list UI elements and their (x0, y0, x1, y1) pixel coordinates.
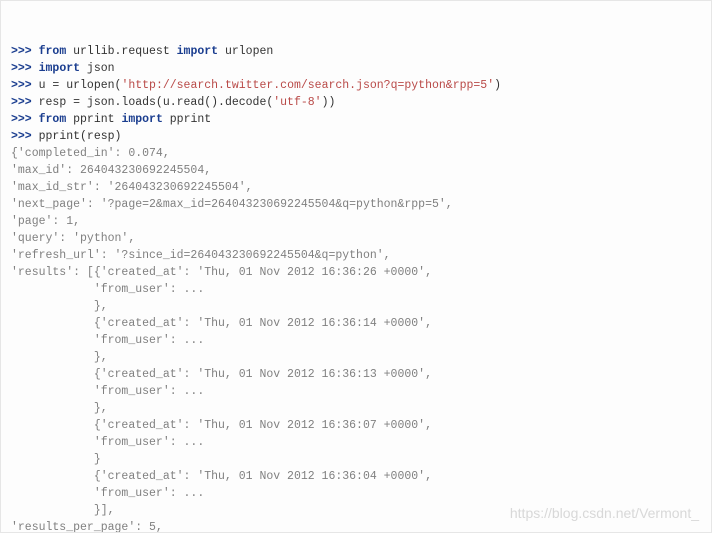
output-text: 'next_page': '?page=2&max_id=26404323069… (11, 198, 453, 211)
code-line: 'from_user': ... (11, 383, 701, 400)
output-text: 'from_user': ... (11, 436, 204, 449)
output-text: }, (11, 351, 108, 364)
output-text: 'from_user': ... (11, 334, 204, 347)
code-line: 'page': 1, (11, 213, 701, 230)
code-text: urllib.request (66, 45, 176, 58)
repl-prompt: >>> (11, 45, 39, 58)
code-line: 'from_user': ... (11, 434, 701, 451)
code-line: >>> from urllib.request import urlopen (11, 43, 701, 60)
output-text: 'from_user': ... (11, 283, 204, 296)
code-line: {'created_at': 'Thu, 01 Nov 2012 16:36:1… (11, 366, 701, 383)
output-text: 'results_per_page': 5, (11, 521, 163, 533)
code-line: {'created_at': 'Thu, 01 Nov 2012 16:36:1… (11, 315, 701, 332)
output-text: {'completed_in': 0.074, (11, 147, 170, 160)
code-line: }, (11, 349, 701, 366)
string-token: 'http://search.twitter.com/search.json?q… (121, 79, 494, 92)
code-text: json (80, 62, 115, 75)
repl-prompt: >>> (11, 62, 39, 75)
output-text: 'refresh_url': '?since_id=26404323069224… (11, 249, 391, 262)
code-text: ) (494, 79, 501, 92)
code-line: }, (11, 400, 701, 417)
code-text: pprint (163, 113, 211, 126)
output-text: {'created_at': 'Thu, 01 Nov 2012 16:36:1… (11, 317, 432, 330)
code-line: >>> import json (11, 60, 701, 77)
code-line: 'from_user': ... (11, 281, 701, 298)
repl-prompt: >>> (11, 96, 39, 109)
repl-prompt: >>> (11, 130, 39, 143)
output-text: } (11, 453, 101, 466)
code-block: >>> from urllib.request import urlopen>>… (0, 0, 712, 533)
output-text: }], (11, 504, 115, 517)
keyword-token: import (39, 62, 80, 75)
keyword-token: from (39, 45, 67, 58)
code-line: 'next_page': '?page=2&max_id=26404323069… (11, 196, 701, 213)
code-text: pprint (66, 113, 121, 126)
string-token: 'utf-8' (273, 96, 321, 109)
code-line: 'refresh_url': '?since_id=26404323069224… (11, 247, 701, 264)
code-text: pprint(resp) (39, 130, 122, 143)
code-line: 'from_user': ... (11, 485, 701, 502)
code-line: }, (11, 298, 701, 315)
keyword-token: import (121, 113, 162, 126)
code-line: } (11, 451, 701, 468)
output-text: }, (11, 402, 108, 415)
code-text: resp = json.loads(u.read().decode( (39, 96, 274, 109)
output-text: {'created_at': 'Thu, 01 Nov 2012 16:36:0… (11, 419, 432, 432)
code-text: urlopen (218, 45, 273, 58)
output-text: 'results': [{'created_at': 'Thu, 01 Nov … (11, 266, 432, 279)
output-text: }, (11, 300, 108, 313)
code-line: {'completed_in': 0.074, (11, 145, 701, 162)
output-text: {'created_at': 'Thu, 01 Nov 2012 16:36:1… (11, 368, 432, 381)
keyword-token: import (177, 45, 218, 58)
output-text: 'from_user': ... (11, 385, 204, 398)
code-line: {'created_at': 'Thu, 01 Nov 2012 16:36:0… (11, 468, 701, 485)
code-line: 'from_user': ... (11, 332, 701, 349)
code-line: }], (11, 502, 701, 519)
code-line: {'created_at': 'Thu, 01 Nov 2012 16:36:0… (11, 417, 701, 434)
repl-prompt: >>> (11, 79, 39, 92)
output-text: 'max_id_str': '264043230692245504', (11, 181, 253, 194)
code-line: 'results_per_page': 5, (11, 519, 701, 533)
code-line: 'results': [{'created_at': 'Thu, 01 Nov … (11, 264, 701, 281)
code-line: >>> pprint(resp) (11, 128, 701, 145)
repl-prompt: >>> (11, 113, 39, 126)
output-text: 'max_id': 264043230692245504, (11, 164, 211, 177)
code-line: 'query': 'python', (11, 230, 701, 247)
code-line: >>> resp = json.loads(u.read().decode('u… (11, 94, 701, 111)
output-text: 'page': 1, (11, 215, 80, 228)
output-text: 'query': 'python', (11, 232, 135, 245)
code-line: >>> u = urlopen('http://search.twitter.c… (11, 77, 701, 94)
output-text: {'created_at': 'Thu, 01 Nov 2012 16:36:0… (11, 470, 432, 483)
code-text: )) (322, 96, 336, 109)
output-text: 'from_user': ... (11, 487, 204, 500)
keyword-token: from (39, 113, 67, 126)
code-line: 'max_id': 264043230692245504, (11, 162, 701, 179)
code-line: 'max_id_str': '264043230692245504', (11, 179, 701, 196)
code-text: u = urlopen( (39, 79, 122, 92)
code-line: >>> from pprint import pprint (11, 111, 701, 128)
